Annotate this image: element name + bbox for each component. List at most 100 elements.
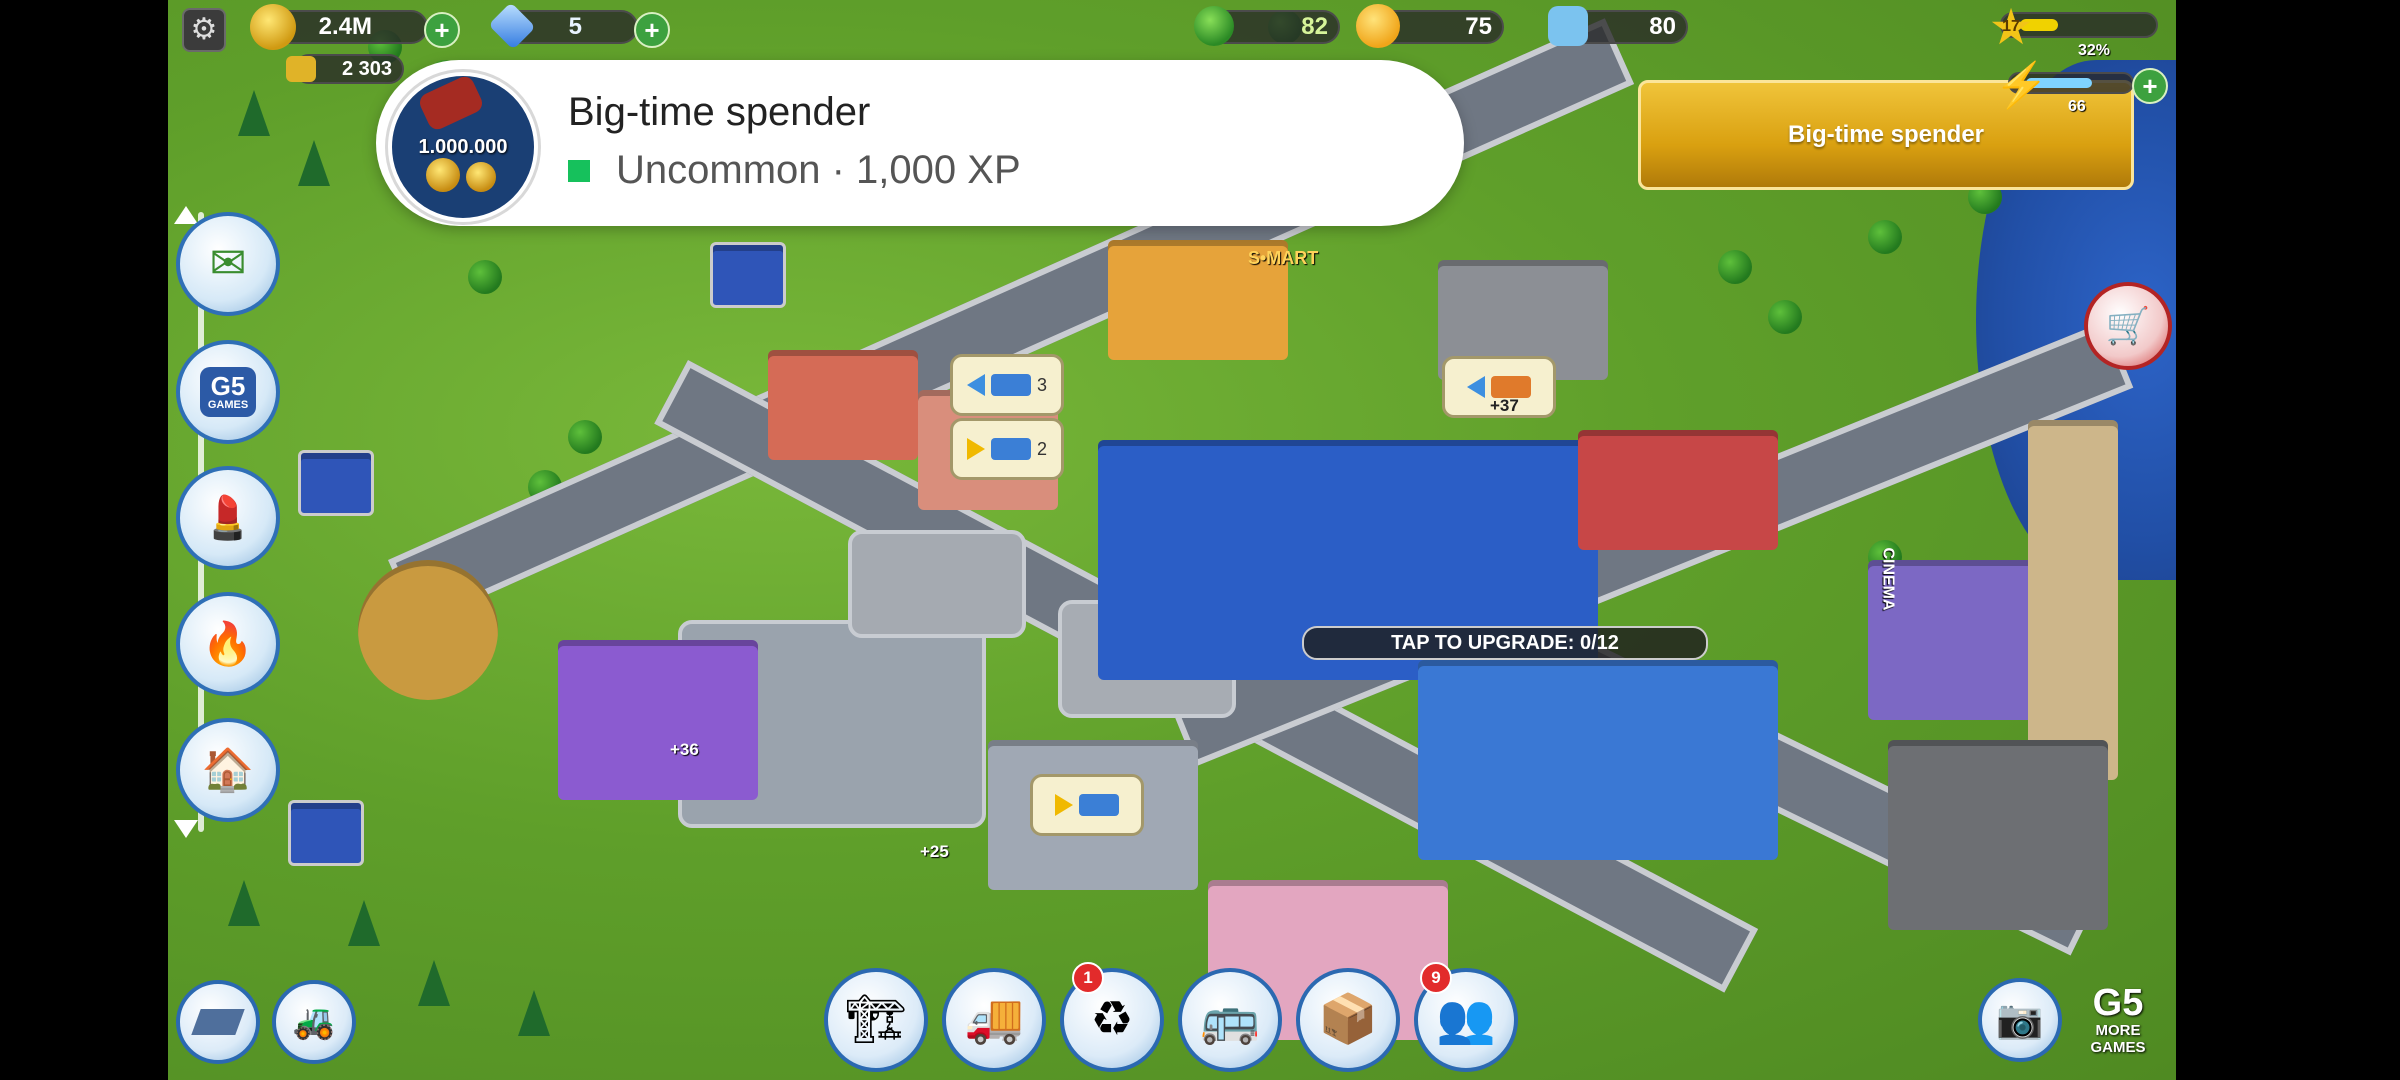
achievement-banner-label: Big-time spender: [1787, 121, 1985, 148]
delivery-bubble[interactable]: [1030, 774, 1144, 836]
achievement-notification[interactable]: 1.000.000 Big-time spender Uncommon · 1,…: [376, 60, 1464, 226]
xp-percent-label: 32%: [2078, 42, 2111, 59]
tree: [1768, 300, 1802, 334]
tap-to-upgrade-label[interactable]: TAP TO UPGRADE: 0/12: [1302, 626, 1708, 660]
g5-games-icon: G5 GAMES: [199, 367, 257, 417]
notification-title: Big-time spender: [568, 90, 871, 134]
level-value: 17: [2002, 18, 2020, 35]
storage-box-button[interactable]: 📦: [1296, 968, 1400, 1072]
camera-button[interactable]: 📷: [1978, 978, 2062, 1062]
arrow-right-icon: [966, 438, 985, 460]
wallet-icon: [416, 76, 486, 133]
smiley-icon: [1356, 4, 1400, 48]
bubble-count: 3: [1036, 374, 1047, 395]
arrow-left-icon: [1467, 376, 1485, 398]
farm-building[interactable]: [1578, 430, 1778, 550]
billboard: [298, 450, 374, 516]
side-menu-up-arrow[interactable]: [174, 206, 198, 224]
coin-icon: [250, 4, 296, 50]
construction-button[interactable]: 🏗: [824, 968, 928, 1072]
truck-icon: 🚚: [964, 993, 1024, 1046]
shop-button[interactable]: 💄: [176, 466, 280, 570]
pine-tree: [418, 960, 450, 1006]
delivery-bubble[interactable]: 2: [950, 418, 1064, 480]
fire-icon: 🔥: [201, 620, 255, 667]
road-tile-icon: [191, 1009, 245, 1035]
bulldozer-button[interactable]: 🚜: [272, 980, 356, 1064]
truck-icon: [990, 438, 1031, 460]
delivery-bubble[interactable]: 3: [950, 354, 1064, 416]
housing-button[interactable]: 🏠: [176, 718, 280, 822]
side-menu-down-arrow[interactable]: [174, 820, 198, 838]
pine-tree: [238, 90, 270, 136]
billboard: [710, 242, 786, 308]
screen: S•MART CINEMA 3 2 +36 +25 +37 TAP TO UPG…: [0, 0, 2400, 1080]
trees-value: 82: [1301, 13, 1328, 40]
delivery-trucks-button[interactable]: 🚚: [942, 968, 1046, 1072]
level-badge: ★ 17: [1988, 2, 2034, 52]
golden-monument[interactable]: [358, 560, 498, 700]
pine-tree: [518, 990, 550, 1036]
g5-logo: G5: [210, 371, 246, 401]
add-coins-button[interactable]: +: [424, 12, 460, 48]
achievement-banner[interactable]: Big-time spender: [1638, 80, 2134, 190]
supermarket-sign: S•MART: [1248, 248, 1319, 268]
house-building[interactable]: [768, 350, 918, 460]
coin-icon: [426, 158, 460, 192]
tree: [468, 260, 502, 294]
tree-icon: [1194, 6, 1234, 46]
arrow-right-icon: [1055, 794, 1073, 816]
bus-icon: 🚌: [1200, 993, 1260, 1046]
road-build-button[interactable]: [176, 980, 260, 1064]
oil-rig-building[interactable]: [1888, 740, 2108, 930]
clock-tower[interactable]: [2028, 420, 2118, 780]
mail-button[interactable]: ✉: [176, 212, 280, 316]
add-gems-button[interactable]: +: [634, 12, 670, 48]
coin-icon: [466, 162, 496, 192]
truck-icon: [1491, 376, 1531, 398]
cosmetics-coins-icon: 💄: [201, 494, 255, 541]
lightning-icon: ⚡: [1994, 61, 2049, 110]
add-energy-button[interactable]: +: [2132, 68, 2168, 104]
truck-icon: [1079, 794, 1119, 816]
billboard: [288, 800, 364, 866]
energy-value: 66: [2068, 98, 2086, 115]
city-block: [848, 530, 1026, 638]
achievement-icon: 1.000.000: [388, 72, 538, 222]
more-games-button[interactable]: G5 MORE GAMES: [2068, 968, 2168, 1072]
notification-subtitle: Uncommon · 1,000 XP: [616, 148, 1021, 192]
population-value: 80: [1649, 13, 1676, 40]
crane-icon: 🏗: [845, 993, 907, 1046]
bubble-count: 2: [1036, 438, 1047, 459]
arrow-left-icon: [966, 374, 985, 396]
rarity-square-icon: [568, 159, 590, 182]
shopping-cart-button[interactable]: 🛒: [2084, 282, 2172, 370]
cinema-sign: CINEMA: [1879, 547, 1897, 611]
warehouse-buildings[interactable]: [1418, 660, 1778, 860]
bulldozer-icon: 🚜: [292, 1003, 336, 1041]
g5-games-button[interactable]: G5 GAMES: [176, 340, 280, 444]
achievement-icon-amount: 1.000.000: [418, 136, 508, 158]
people-icon: [1548, 6, 1588, 46]
more-games-label-line2: GAMES: [2090, 1039, 2146, 1056]
house-icon: 🏠: [201, 746, 255, 793]
cart-icon: 🛒: [2105, 305, 2151, 346]
coins-value: 2.4M: [318, 13, 372, 40]
gems-value: 5: [568, 13, 582, 40]
mail-icon: ✉: [209, 239, 247, 288]
coin-stack-icon: [286, 56, 316, 82]
settings-button[interactable]: ⚙: [182, 8, 226, 52]
g5-logo: G5: [2092, 982, 2144, 1024]
pine-tree: [348, 900, 380, 946]
tree: [1868, 220, 1902, 254]
cosmetics-building[interactable]: [558, 640, 758, 800]
pine-tree: [228, 880, 260, 926]
tree: [568, 420, 602, 454]
fire-station-button[interactable]: 🔥: [176, 592, 280, 696]
recycle-truck-icon: ♻: [1090, 993, 1134, 1046]
truck-icon: [990, 374, 1031, 396]
gear-icon: ⚙: [190, 13, 218, 46]
bus-button[interactable]: 🚌: [1178, 968, 1282, 1072]
camera-icon: 📷: [1996, 999, 2044, 1041]
tree: [1718, 250, 1752, 284]
